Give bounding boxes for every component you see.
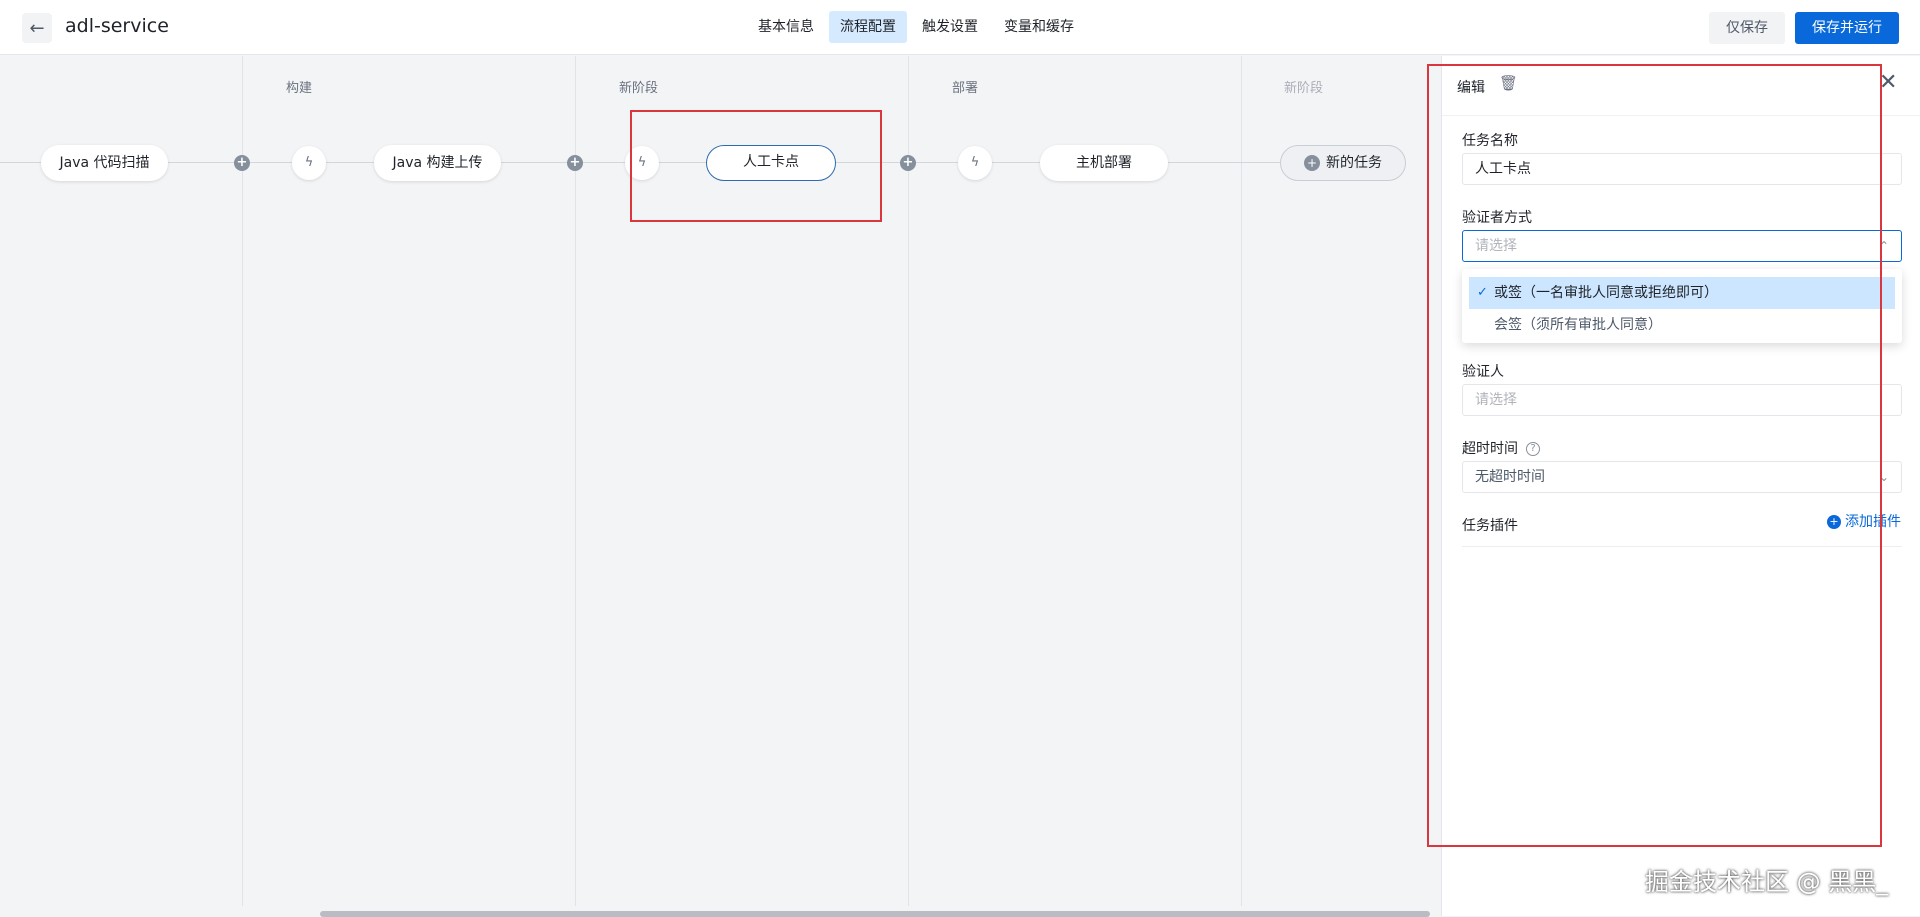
plus-circle-icon: + (902, 155, 914, 170)
task-java-code-scan[interactable]: Java 代码扫描 (41, 145, 168, 181)
tab-pipeline-config[interactable]: 流程配置 (829, 11, 907, 43)
new-task-button[interactable]: + 新的任务 (1280, 145, 1406, 181)
tab-variables-cache[interactable]: 变量和缓存 (993, 11, 1085, 43)
lightning-icon: ϟ (304, 155, 314, 170)
stage-divider (1241, 56, 1242, 906)
add-stage-button[interactable]: + (234, 155, 250, 171)
task-host-deploy[interactable]: 主机部署 (1040, 145, 1168, 181)
stage-divider (575, 56, 576, 906)
add-stage-button[interactable]: + (900, 155, 916, 171)
annotation-highlight-box (630, 110, 882, 222)
tab-bar: 基本信息 流程配置 触发设置 变量和缓存 (747, 11, 1085, 43)
stage-title-new-1[interactable]: 新阶段 (619, 77, 658, 96)
tab-basic-info[interactable]: 基本信息 (747, 11, 825, 43)
watermark: 掘金技术社区 @ 黑黑_ (1645, 868, 1889, 896)
plus-circle-icon: + (1304, 155, 1320, 171)
save-only-button[interactable]: 仅保存 (1709, 12, 1785, 44)
stage-title-new-2[interactable]: 新阶段 (1284, 77, 1323, 96)
app-title: adl-service (65, 15, 169, 37)
save-and-run-button[interactable]: 保存并运行 (1795, 12, 1899, 44)
plus-circle-icon: + (236, 155, 248, 170)
plus-circle-icon: + (569, 155, 581, 170)
annotation-highlight-box (1427, 64, 1882, 847)
add-stage-button[interactable]: + (567, 155, 583, 171)
back-button[interactable]: ← (22, 13, 52, 43)
arrow-left-icon: ← (29, 17, 45, 39)
lightning-icon: ϟ (970, 155, 980, 170)
top-header: ← adl-service 基本信息 流程配置 触发设置 变量和缓存 仅保存 保… (0, 0, 1920, 55)
stage-title-deploy[interactable]: 部署 (952, 77, 978, 96)
stage-trigger-button[interactable]: ϟ (292, 146, 326, 180)
stage-divider (908, 56, 909, 906)
horizontal-scrollbar[interactable] (320, 911, 1430, 917)
new-task-label: 新的任务 (1326, 155, 1382, 171)
pipeline-canvas[interactable]: 构建 新阶段 部署 新阶段 Java 代码扫描 + ϟ Java 构建上传 + … (0, 56, 1440, 917)
stage-title-build[interactable]: 构建 (286, 77, 312, 96)
tab-trigger-settings[interactable]: 触发设置 (911, 11, 989, 43)
stage-trigger-button[interactable]: ϟ (958, 146, 992, 180)
stage-divider (242, 56, 243, 906)
task-java-build-upload[interactable]: Java 构建上传 (374, 145, 501, 181)
